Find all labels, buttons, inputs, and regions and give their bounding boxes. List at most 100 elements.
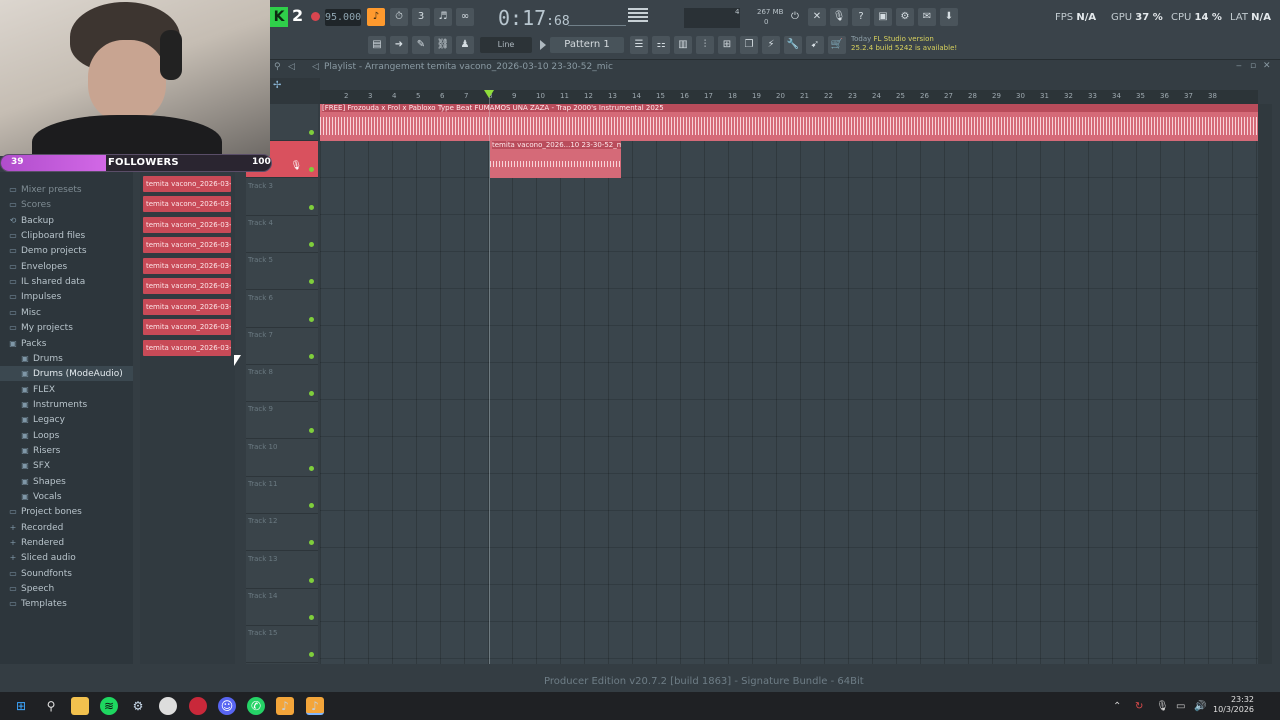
clip-item[interactable]: temita vacono_2026-03- <box>143 339 231 356</box>
clip-item[interactable]: temita vacono_2026-03- <box>143 298 231 315</box>
browser-item[interactable]: + Recorded <box>0 520 133 535</box>
help-icon[interactable]: ? <box>852 8 870 26</box>
browser-item[interactable]: ▣ FLEX <box>0 382 133 397</box>
clip-item[interactable]: temita vacono_2026-03- <box>143 257 231 274</box>
search-taskbar-icon[interactable]: ⚲ <box>42 697 60 715</box>
metronome-button[interactable]: ♪ <box>367 8 385 26</box>
snap-icon[interactable]: ✢ <box>273 80 281 91</box>
browser-item[interactable]: ▭ Templates <box>0 596 133 611</box>
search-icon[interactable]: ⚲ <box>274 62 281 72</box>
game-app-icon[interactable] <box>189 697 207 715</box>
browser-item[interactable]: ▭ Mixer presets <box>0 182 133 197</box>
browser-item[interactable]: ▭ Envelopes <box>0 259 133 274</box>
track-mute-led[interactable] <box>309 279 314 285</box>
clip-item[interactable]: temita vacono_2026-03- <box>143 237 231 253</box>
record-arm-icon[interactable]: 🎙 <box>291 161 302 171</box>
browser-item[interactable]: ▭ Scores <box>0 197 133 212</box>
browser-item[interactable]: ▣ Risers <box>0 443 133 458</box>
playhead-marker[interactable] <box>484 90 494 98</box>
clip-item[interactable]: temita vacono_2026-03- <box>143 196 231 212</box>
browser-item[interactable]: ▭ Demo projects <box>0 243 133 258</box>
beat-audio-clip[interactable]: [FREE] Frozouda x Frol x Pabloxo Type Be… <box>320 104 1258 141</box>
discord-icon[interactable]: ☺ <box>218 697 236 715</box>
tray-monitor-icon[interactable]: ▭ <box>1176 701 1185 712</box>
track-header[interactable]: Track 5 <box>246 253 318 291</box>
playlist-icon[interactable]: ☰ <box>630 36 648 54</box>
browser-item[interactable]: ▭ Project bones <box>0 504 133 519</box>
track-mute-led[interactable] <box>309 652 314 658</box>
clip-item[interactable]: temita vacono_2026-03- <box>143 216 231 233</box>
track-mute-led[interactable] <box>309 614 314 620</box>
track-mute-led[interactable] <box>309 577 314 583</box>
track-header[interactable]: Track 14 <box>246 589 318 626</box>
fl-studio-active-icon[interactable]: ♪ <box>306 697 324 715</box>
minimize-icon[interactable]: ‒ <box>1236 61 1242 71</box>
steam-icon[interactable]: ⚙ <box>129 697 147 715</box>
speaker-icon[interactable]: ◁ <box>288 62 295 72</box>
tempo-display[interactable]: 95.000 <box>325 9 361 26</box>
track-header[interactable]: Track 4 <box>246 216 318 253</box>
windows-start-icon[interactable]: ⊞ <box>12 697 30 715</box>
track-header[interactable]: Track 3 <box>246 179 318 216</box>
track-header[interactable]: Track 12 <box>246 514 318 552</box>
power-icon[interactable]: ⏻ <box>786 8 804 26</box>
piano-icon[interactable]: ▥ <box>674 36 692 54</box>
track-mute-led[interactable] <box>309 465 314 471</box>
countdown-button[interactable]: 3 <box>412 8 430 26</box>
track-mute-led[interactable] <box>309 391 314 397</box>
track-mute-led[interactable] <box>309 130 314 135</box>
playlist-title-bar[interactable]: ⚲ ◁ ◁ Playlist - Arrangement - temita va… <box>270 61 1275 75</box>
record-icon[interactable] <box>311 12 320 21</box>
arrow-left-icon[interactable]: ◁ <box>312 62 319 72</box>
clip-item[interactable]: temita vacono_2026-03- <box>143 278 231 294</box>
browser-item[interactable]: ▣ Drums (ModeAudio) <box>0 366 133 382</box>
copy-icon[interactable]: ❐ <box>740 36 758 54</box>
track-mute-led[interactable] <box>309 540 314 546</box>
browser-item[interactable]: ⟲ Backup <box>0 213 133 228</box>
browser-item[interactable]: ▭ Soundfonts <box>0 566 133 581</box>
browser-item[interactable]: ▣ Vocals <box>0 489 133 504</box>
download-icon[interactable]: ⬇ <box>940 8 958 26</box>
browser-item[interactable]: ▭ Speech <box>0 581 133 596</box>
track-mute-led[interactable] <box>309 503 314 508</box>
browser-item[interactable]: ▭ IL shared data <box>0 274 133 289</box>
browser-item[interactable]: + Rendered <box>0 535 133 550</box>
fl-studio-taskbar-icon[interactable]: ♪ <box>276 697 294 715</box>
vertical-scrollbar[interactable] <box>1258 104 1272 664</box>
clip-item[interactable]: temita vacono_2026-03- <box>143 175 231 192</box>
maximize-icon[interactable]: ▫ <box>1250 61 1256 71</box>
pencil-icon[interactable]: ✎ <box>412 36 430 54</box>
track-header[interactable]: Track 8 <box>246 365 318 403</box>
master-volume-slider[interactable] <box>628 8 648 22</box>
link-icon[interactable]: ⛓ <box>434 36 452 54</box>
mixer-icon[interactable]: ⫶ <box>696 36 714 54</box>
loop-record-button[interactable]: ∞ <box>456 8 474 26</box>
taskbar-clock[interactable]: 23:32 10/3/2026 <box>1213 695 1254 715</box>
track-mute-led[interactable] <box>309 241 314 247</box>
piano-roll-icon[interactable]: ▤ <box>368 36 386 54</box>
arrow-right-icon[interactable]: ➜ <box>390 36 408 54</box>
blend-notes-button[interactable]: ♬ <box>434 8 452 26</box>
stamp-icon[interactable]: ♟ <box>456 36 474 54</box>
tray-chevron-icon[interactable]: ⌃ <box>1113 701 1121 712</box>
tray-mic-icon[interactable]: 🎙 <box>1156 701 1169 712</box>
plug-icon[interactable]: ⚡ <box>762 36 780 54</box>
browser-item[interactable]: + Sliced audio <box>0 550 133 565</box>
browser-item[interactable]: ▣ Loops <box>0 428 133 443</box>
browser-item[interactable]: ▣ Legacy <box>0 412 133 427</box>
spotify-icon[interactable]: ≋ <box>100 697 118 715</box>
close-icon[interactable]: ✕ <box>1263 61 1271 71</box>
channel-rack-icon[interactable]: ⚏ <box>652 36 670 54</box>
track-header[interactable]: Track 6 <box>246 291 318 328</box>
track-mute-led[interactable] <box>309 167 314 173</box>
track-mute-led[interactable] <box>309 204 314 210</box>
mic-audio-clip[interactable]: temita vacono_2026...10 23-30-52_mic <box>490 141 621 178</box>
browser-item[interactable]: ▣ Drums <box>0 351 133 366</box>
tray-volume-icon[interactable]: 🔊 <box>1194 701 1206 712</box>
browser-item[interactable]: ▭ My projects <box>0 320 133 335</box>
snap-mode-select[interactable]: Line <box>480 37 532 53</box>
chat-icon[interactable]: ✉ <box>918 8 936 26</box>
track-header[interactable]: Track 9 <box>246 402 318 440</box>
chrome-icon[interactable] <box>159 697 177 715</box>
browser-item[interactable]: ▣ Instruments <box>0 397 133 412</box>
